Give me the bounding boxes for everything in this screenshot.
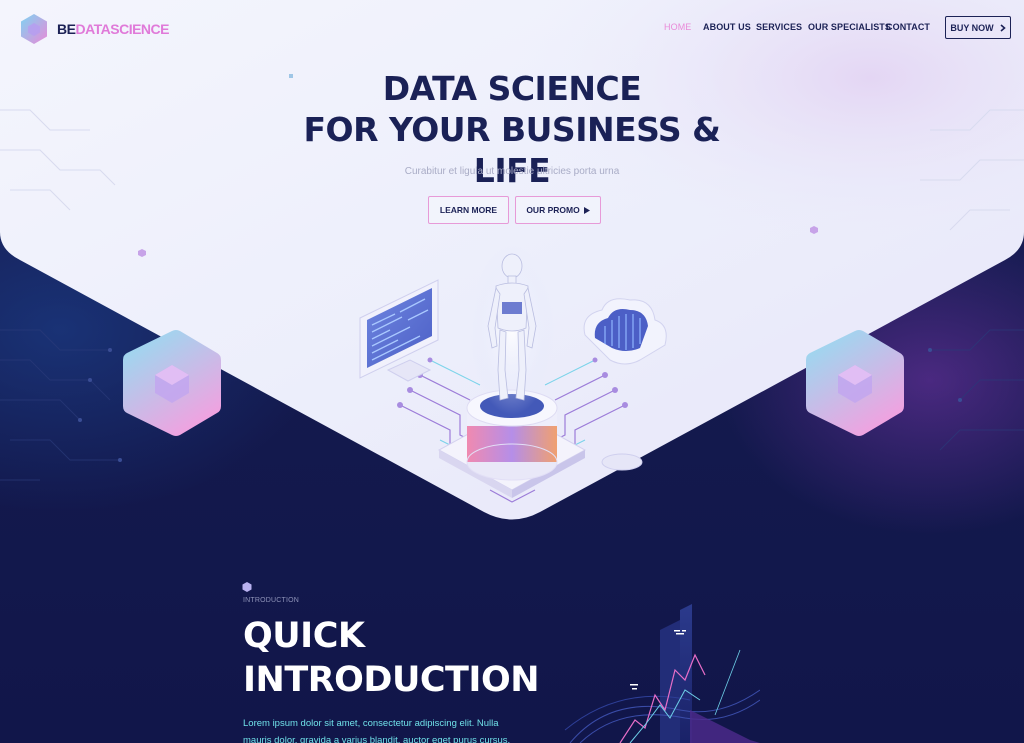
our-promo-label: OUR PROMO bbox=[526, 205, 580, 215]
logo-prefix: BE bbox=[57, 21, 76, 37]
nav-contact[interactable]: CONTACT bbox=[886, 22, 930, 36]
hexagon-decoration-right bbox=[806, 330, 904, 436]
intro-title-line1: QUICK bbox=[243, 616, 365, 656]
buy-now-label: BUY NOW bbox=[950, 22, 994, 33]
nav-services[interactable]: SERVICES bbox=[756, 22, 802, 36]
learn-more-label: LEARN MORE bbox=[439, 205, 498, 215]
our-promo-button[interactable]: OUR PROMO bbox=[515, 196, 601, 224]
nav-our-specialists[interactable]: OUR SPECIALISTS bbox=[808, 22, 891, 36]
play-icon bbox=[583, 206, 590, 214]
chevron-right-icon bbox=[1000, 23, 1006, 32]
learn-more-button[interactable]: LEARN MORE bbox=[428, 196, 509, 224]
brand-logo-text[interactable]: BEDATASCIENCE bbox=[57, 20, 169, 38]
nav-about-us[interactable]: ABOUT US bbox=[703, 22, 751, 36]
data-chart-illustration bbox=[564, 604, 760, 743]
hexagon-decoration-left bbox=[123, 330, 221, 436]
logo-suffix: DATASCIENCE bbox=[75, 21, 169, 37]
site-header: BEDATASCIENCE HOME ABOUT US SERVICES OUR… bbox=[0, 0, 1024, 58]
intro-description: Lorem ipsum dolor sit amet, consectetur … bbox=[243, 718, 511, 743]
intro-title: QUICK INTRODUCTION bbox=[243, 614, 583, 702]
hexagon-bullet-icon bbox=[242, 582, 252, 592]
hero-title-line1: DATA SCIENCE bbox=[382, 69, 642, 108]
intro-eyebrow: INTRODUCTION bbox=[243, 597, 300, 604]
logo-icon[interactable] bbox=[18, 13, 50, 45]
nav-home[interactable]: HOME bbox=[664, 22, 691, 36]
hero-subtitle: Curabitur et ligula ut molestie ultricie… bbox=[404, 166, 620, 177]
robot-data-illustration bbox=[359, 245, 667, 503]
intro-title-line2: INTRODUCTION bbox=[243, 660, 540, 700]
buy-now-button[interactable]: BUY NOW bbox=[945, 16, 1011, 39]
hero-title-line2: FOR YOUR BUSINESS & LIFE bbox=[303, 110, 721, 190]
